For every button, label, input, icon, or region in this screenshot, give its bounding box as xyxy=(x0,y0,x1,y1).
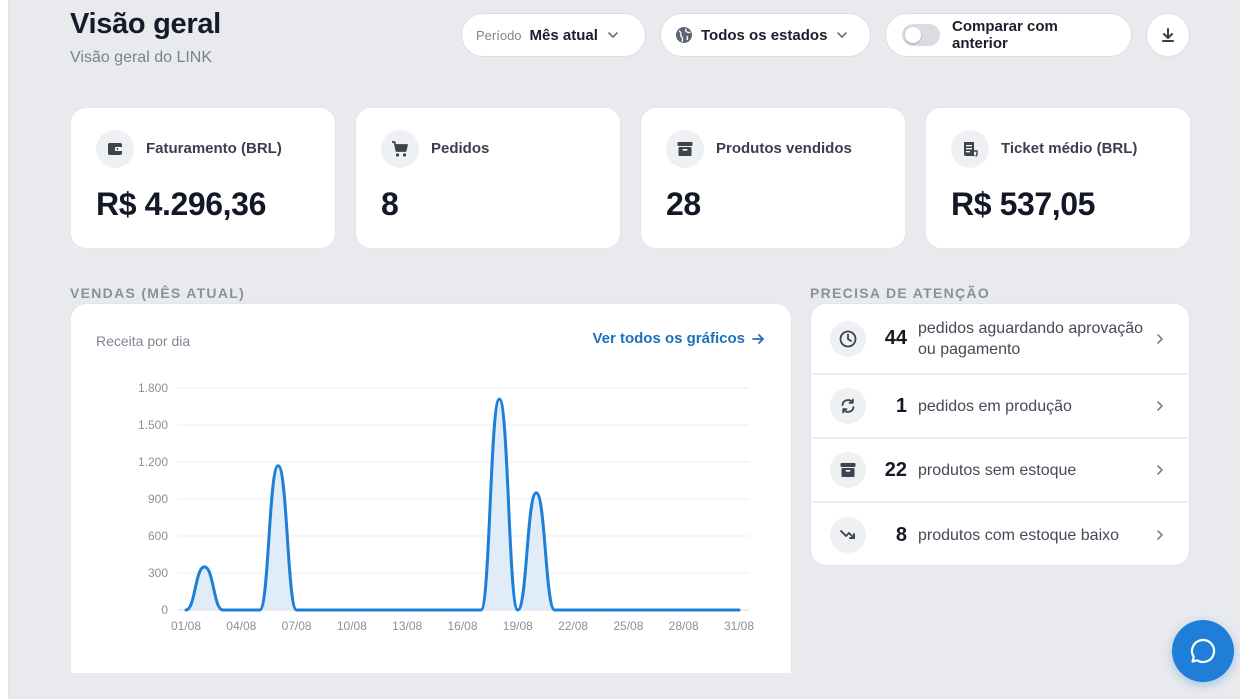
x-tick-label: 19/08 xyxy=(503,619,533,633)
clock-icon xyxy=(839,330,857,347)
period-label: Período xyxy=(476,27,522,43)
cart-icon xyxy=(392,141,408,157)
chat-button[interactable] xyxy=(1172,620,1234,682)
chat-bubble-icon xyxy=(1190,638,1216,664)
y-tick-label: 900 xyxy=(148,492,168,506)
page-subtitle: Visão geral do LINK xyxy=(70,49,213,66)
chevron-down-icon xyxy=(837,32,848,38)
x-tick-label: 25/08 xyxy=(613,619,643,633)
attention-item-in-production[interactable]: 1 pedidos em produção xyxy=(811,375,1189,439)
kpi-value: 28 xyxy=(666,186,701,222)
y-tick-label: 1.200 xyxy=(138,455,168,469)
kpi-value: R$ 4.296,36 xyxy=(96,186,266,222)
x-tick-label: 04/08 xyxy=(226,619,256,633)
page-title: Visão geral xyxy=(70,8,221,40)
compare-label: Comparar com anterior xyxy=(952,18,1058,52)
period-value: Mês atual xyxy=(529,26,598,44)
x-tick-label: 10/08 xyxy=(337,619,367,633)
view-all-charts-label: Ver todos os gráficos xyxy=(592,330,745,347)
attention-item-out-of-stock[interactable]: 22 produtos sem estoque xyxy=(811,439,1189,503)
x-tick-label: 07/08 xyxy=(282,619,312,633)
attention-card: 44 pedidos aguardando aprovação ou pagam… xyxy=(810,303,1190,566)
x-tick-label: 13/08 xyxy=(392,619,422,633)
chevron-down-icon xyxy=(608,32,618,38)
kpi-value: R$ 537,05 xyxy=(951,186,1096,222)
chevron-right-icon xyxy=(1157,465,1163,475)
chevron-right-icon xyxy=(1157,530,1163,540)
globe-icon xyxy=(676,27,692,43)
attention-text: produtos com estoque baixo xyxy=(918,526,1120,544)
x-tick-label: 01/08 xyxy=(171,619,201,633)
archive-box-icon xyxy=(677,142,693,156)
compare-toggle-pill[interactable]: Comparar com anterior xyxy=(885,13,1132,57)
states-value: Todos os estados xyxy=(701,26,828,44)
download-button[interactable] xyxy=(1146,13,1190,57)
y-tick-label: 600 xyxy=(148,529,168,543)
y-tick-label: 0 xyxy=(161,603,168,617)
attention-count: 44 xyxy=(884,327,907,349)
chevron-right-icon xyxy=(1157,401,1163,411)
sales-chart-card: 0 300 600 900 1.200 1.500 1.800 01/08 04/08 07/08… xyxy=(70,303,792,673)
download-icon xyxy=(1162,28,1174,42)
toggle-knob xyxy=(905,27,921,43)
receipt-icon xyxy=(964,142,978,157)
archive-box-icon xyxy=(840,463,856,477)
kpi-card-average-ticket: Ticket médio (BRL) R$ 537,05 xyxy=(925,107,1191,249)
compare-toggle[interactable] xyxy=(902,24,940,46)
states-select[interactable]: Todos os estados xyxy=(660,13,871,57)
attention-text: produtos sem estoque xyxy=(918,461,1077,479)
attention-item-low-stock[interactable]: 8 produtos com estoque baixo xyxy=(811,503,1189,565)
trending-down-icon xyxy=(840,530,855,539)
kpi-label: Faturamento (BRL) xyxy=(146,140,282,157)
x-tick-label: 22/08 xyxy=(558,619,588,633)
y-tick-label: 300 xyxy=(148,566,168,580)
sales-section-label: VENDAS (MÊS ATUAL) xyxy=(70,285,246,301)
kpi-card-orders: Pedidos 8 xyxy=(355,107,621,249)
attention-count: 1 xyxy=(895,394,907,417)
attention-count: 8 xyxy=(895,523,907,546)
revenue-chart: 0 300 600 900 1.200 1.500 1.800 01/08 04/08 07/08… xyxy=(138,381,754,633)
attention-count: 22 xyxy=(884,458,907,481)
kpi-card-products-sold: Produtos vendidos 28 xyxy=(640,107,906,249)
kpi-label: Ticket médio (BRL) xyxy=(1001,140,1138,157)
attention-text: pedidos aguardando aprovação ou pagament… xyxy=(918,319,1144,358)
view-all-charts-link[interactable]: Ver todos os gráficos xyxy=(592,330,765,347)
attention-section-label: PRECISA DE ATENÇÃO xyxy=(810,285,991,301)
refresh-icon xyxy=(841,398,855,414)
attention-text: pedidos em produção xyxy=(918,397,1072,415)
attention-item-awaiting-approval[interactable]: 44 pedidos aguardando aprovação ou pagam… xyxy=(811,304,1189,375)
kpi-value: 8 xyxy=(381,186,399,222)
chevron-right-icon xyxy=(1157,333,1163,344)
kpi-card-revenue: Faturamento (BRL) R$ 4.296,36 xyxy=(70,107,336,249)
period-select[interactable]: Período Mês atual xyxy=(461,13,646,57)
x-tick-label: 16/08 xyxy=(447,619,477,633)
arrow-right-icon xyxy=(752,333,764,344)
kpi-label: Produtos vendidos xyxy=(716,140,852,157)
y-tick-label: 1.800 xyxy=(138,381,168,395)
sidebar-edge xyxy=(0,0,9,699)
x-tick-label: 28/08 xyxy=(669,619,699,633)
x-tick-label: 31/08 xyxy=(724,619,754,633)
kpi-label: Pedidos xyxy=(431,140,490,157)
y-tick-label: 1.500 xyxy=(138,418,168,432)
series-area xyxy=(186,399,739,610)
chart-subtitle: Receita por dia xyxy=(96,333,191,349)
wallet-icon xyxy=(108,143,122,155)
